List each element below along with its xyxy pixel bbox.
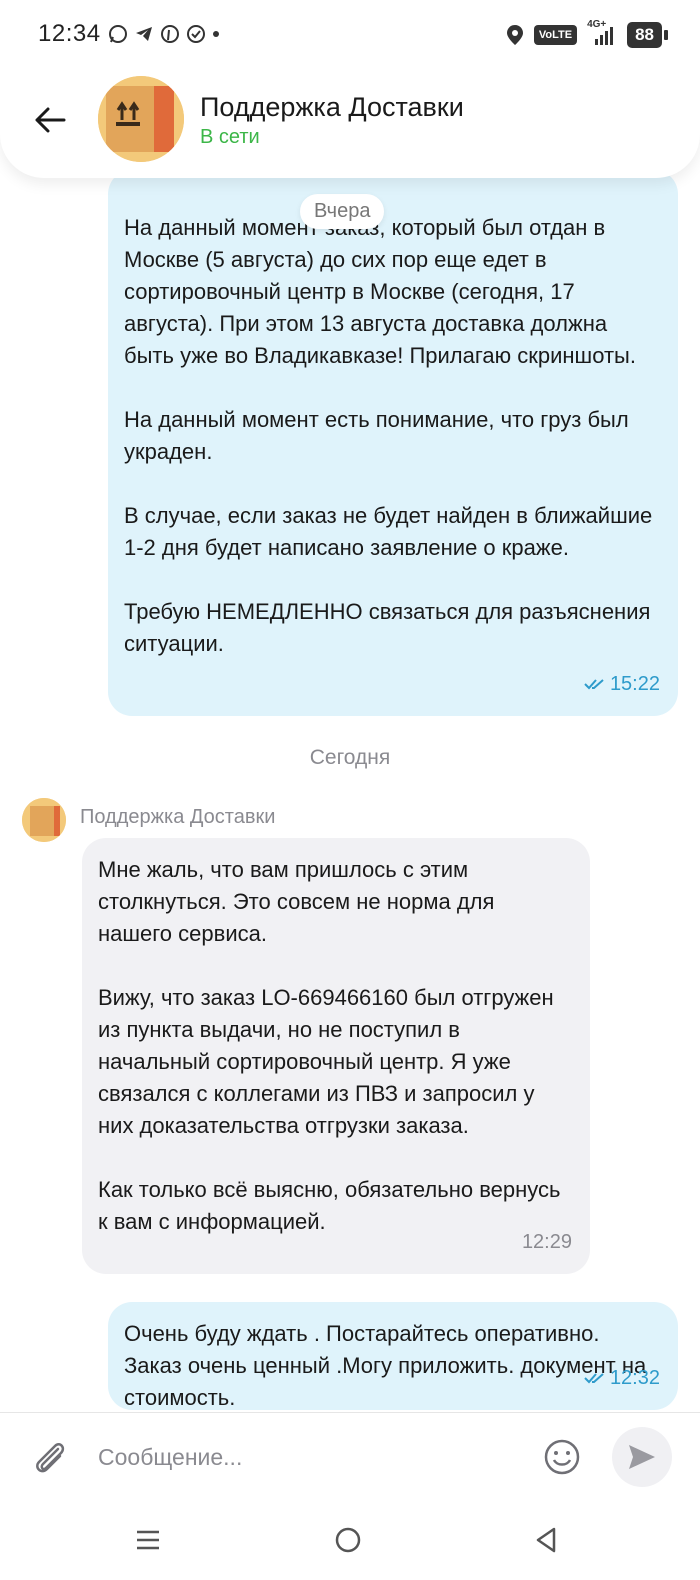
circle-icon (335, 1527, 361, 1553)
location-icon (506, 25, 523, 45)
chat-title: Поддержка Доставки (200, 92, 464, 122)
home-button[interactable] (328, 1520, 368, 1560)
package-icon (98, 76, 184, 162)
message-time: 12:29 (521, 1231, 572, 1253)
back-nav-button[interactable] (526, 1520, 566, 1560)
menu-icon (137, 1530, 159, 1550)
message-meta: 15:22 (584, 668, 660, 700)
message-outgoing[interactable]: Очень буду ждать . Постарайтесь оператив… (108, 1302, 678, 1410)
online-status: В сети (200, 126, 260, 148)
chat-avatar[interactable] (98, 76, 184, 162)
message-text: Мне жаль, что вам пришлось с этим столкн… (98, 857, 561, 1234)
telegram-icon (136, 27, 152, 41)
battery-indicator: 88 (627, 22, 668, 48)
double-check-icon (584, 1373, 604, 1384)
attach-button[interactable] (30, 1435, 70, 1479)
date-pill: Вчера (300, 194, 385, 229)
dot-icon (213, 31, 219, 37)
volte-badge: VoLTE (533, 25, 578, 45)
message-time: 15:22 (609, 673, 660, 695)
recents-button[interactable] (128, 1520, 168, 1560)
triangle-back-icon (536, 1527, 556, 1553)
paperclip-icon (36, 1443, 65, 1473)
composer (0, 1412, 700, 1500)
emoji-button[interactable] (544, 1439, 580, 1475)
system-status-icons: VoLTE 4G+ 88 (506, 19, 668, 48)
package-icon (22, 798, 66, 842)
message-text: Очень буду ждать . Постарайтесь оператив… (124, 1321, 653, 1410)
pinterest-icon (161, 25, 179, 43)
status-time: 12:34 (38, 20, 101, 47)
message-incoming[interactable]: Мне жаль, что вам пришлось с этим столкн… (82, 838, 590, 1274)
check-circle-icon (187, 25, 205, 43)
double-check-icon (584, 679, 604, 690)
system-nav-bar (0, 1500, 700, 1580)
notification-icons (108, 24, 220, 44)
message-input[interactable] (98, 1435, 518, 1479)
message-text: На данный момент заказ, который был отда… (124, 215, 653, 656)
send-button[interactable] (612, 1427, 672, 1487)
arrow-left-icon (35, 107, 66, 133)
date-separator: Сегодня (309, 746, 391, 769)
sender-name: Поддержка Доставки (80, 806, 276, 828)
whatsapp-icon (109, 25, 127, 43)
sender-avatar[interactable] (22, 798, 66, 842)
send-icon (629, 1445, 655, 1469)
message-meta: 12:29 (522, 1226, 572, 1258)
message-outgoing[interactable]: На данный момент заказ, который был отда… (108, 170, 678, 716)
signal-icon: 4G+ (587, 19, 617, 47)
status-bar: 12:34 VoLTE 4G+ 88 (0, 0, 700, 76)
message-time: 12:32 (609, 1367, 660, 1389)
back-button[interactable] (30, 100, 70, 140)
smiley-icon (544, 1439, 580, 1475)
message-meta: 12:32 (584, 1362, 660, 1394)
message-list[interactable]: На данный момент заказ, который был отда… (0, 0, 700, 1412)
chat-header: Поддержка Доставки В сети (0, 62, 700, 178)
